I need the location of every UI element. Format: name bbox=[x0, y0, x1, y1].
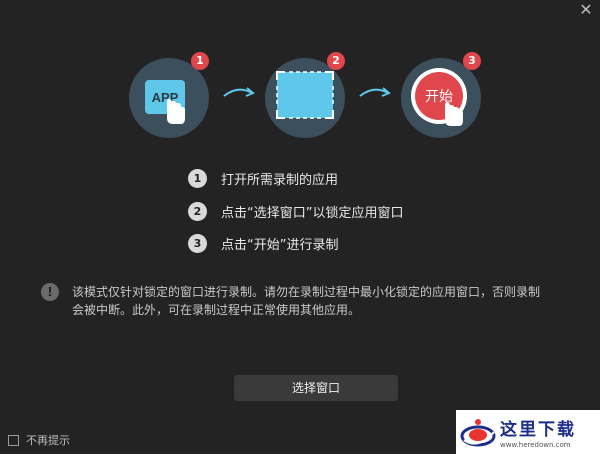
step-start-illustration: 开始 bbox=[401, 58, 481, 138]
window-selection-icon bbox=[276, 71, 334, 119]
heredown-logo-icon bbox=[460, 419, 496, 447]
instruction-item: 1 打开所需录制的应用 bbox=[188, 168, 338, 188]
select-window-button[interactable]: 选择窗口 bbox=[234, 375, 398, 401]
step-open-app-illustration: APP bbox=[129, 58, 209, 138]
start-button-icon: 开始 bbox=[411, 68, 467, 126]
instruction-number: 3 bbox=[188, 233, 207, 253]
instruction-text: 打开所需录制的应用 bbox=[221, 172, 339, 188]
dont-show-again-label[interactable]: 不再提示 bbox=[26, 432, 70, 448]
dont-show-again-checkbox[interactable] bbox=[8, 434, 19, 446]
instruction-number: 1 bbox=[188, 168, 207, 188]
arrow-right-icon bbox=[223, 87, 255, 97]
watermark: 这里下载 www.heredown.com bbox=[456, 410, 600, 454]
arrow-right-icon bbox=[359, 87, 391, 97]
instruction-item: 2 点击“选择窗口”以锁定应用窗口 bbox=[188, 201, 403, 221]
watermark-url: www.heredown.com bbox=[500, 441, 571, 449]
dont-show-again[interactable]: 不再提示 bbox=[8, 432, 70, 448]
step-select-window-illustration bbox=[265, 58, 345, 138]
step-3-badge: 3 bbox=[463, 52, 481, 70]
step-1-badge: 1 bbox=[191, 52, 209, 70]
notice-text: 该模式仅针对锁定的窗口进行录制。请勿在录制过程中最小化锁定的应用窗口，否则录制会… bbox=[72, 285, 541, 317]
close-button[interactable]: ✕ bbox=[578, 2, 594, 18]
instruction-number: 2 bbox=[188, 201, 207, 221]
step-2-badge: 2 bbox=[327, 52, 345, 70]
watermark-title: 这里下载 bbox=[500, 420, 576, 440]
app-hand-icon: APP bbox=[145, 80, 185, 124]
info-icon: ! bbox=[41, 283, 59, 301]
instruction-text: 点击“选择窗口”以锁定应用窗口 bbox=[221, 205, 404, 221]
instruction-text: 点击“开始”进行录制 bbox=[221, 237, 339, 253]
instruction-item: 3 点击“开始”进行录制 bbox=[188, 233, 338, 253]
